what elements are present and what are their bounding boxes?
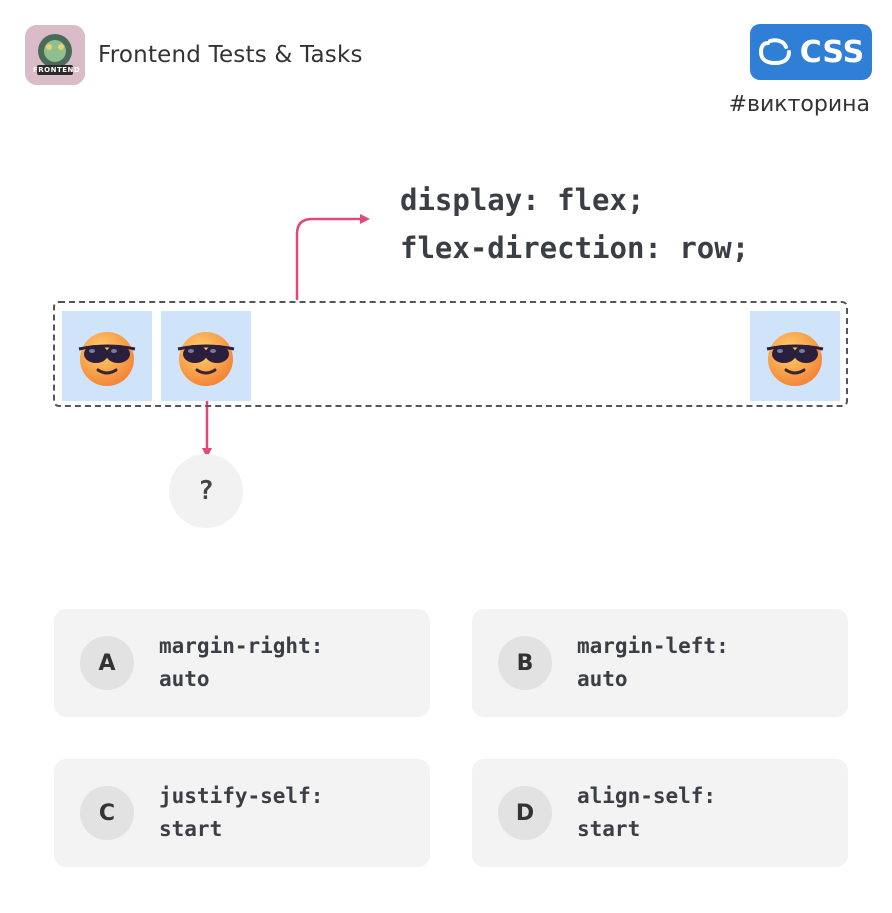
option-text-line: margin-right:: [159, 634, 324, 658]
option-text-line: justify-self:: [159, 784, 324, 808]
option-text: justify-self: start: [159, 780, 323, 846]
option-c[interactable]: C justify-self: start: [54, 759, 430, 867]
option-text-line: start: [159, 817, 223, 841]
sunglasses-emoji-icon: [177, 332, 235, 386]
option-b[interactable]: B margin-left: auto: [472, 609, 848, 717]
option-letter: B: [498, 636, 552, 690]
option-letter: D: [498, 786, 552, 840]
option-letter: C: [80, 786, 134, 840]
option-text-line: margin-left:: [577, 634, 729, 658]
question-marker: ?: [169, 454, 243, 528]
sunglasses-emoji-icon: [766, 332, 824, 386]
arrow-to-code: [295, 214, 370, 300]
option-letter: A: [80, 636, 134, 690]
option-text: margin-left: auto: [577, 630, 729, 696]
option-text-line: start: [577, 817, 641, 841]
option-a[interactable]: A margin-right: auto: [54, 609, 430, 717]
option-d[interactable]: D align-self: start: [472, 759, 848, 867]
flex-item: [750, 311, 840, 401]
option-text-line: align-self:: [577, 784, 717, 808]
option-text-line: auto: [159, 667, 210, 691]
option-text-line: auto: [577, 667, 628, 691]
flex-item: [62, 311, 152, 401]
sunglasses-emoji-icon: [78, 332, 136, 386]
option-text: margin-right: auto: [159, 630, 323, 696]
flex-item-target: [161, 311, 251, 401]
option-text: align-self: start: [577, 780, 716, 846]
